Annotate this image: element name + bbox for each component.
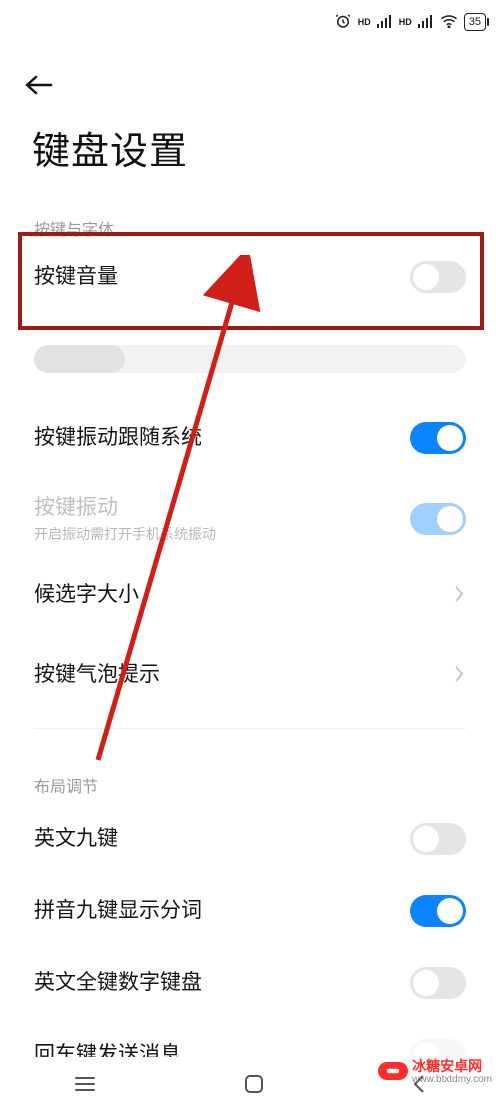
toggle-eng-full-numrow[interactable] [410,967,466,999]
signal-hd-1: HD [358,17,371,27]
signal-bars-1 [377,14,393,31]
divider [34,728,466,729]
header-bar [0,60,500,110]
watermark-brand: 冰糖安卓网 [412,1058,482,1074]
toggle-key-vibrate [410,503,466,535]
label-key-bubble: 按键气泡提示 [34,661,160,688]
signal-hd-2: HD [399,17,412,27]
section-layout-label: 布局调节 [34,773,98,797]
slider-fill [34,345,125,373]
chevron-icon [454,665,466,685]
watermark-texts: 冰糖安卓网 www.btxtdmy.com [412,1056,492,1085]
label-eng-9key: 英文九键 [34,825,118,852]
wifi-icon [440,14,458,31]
signal-bars-2 [418,14,434,31]
battery-indicator: 35 [464,13,486,31]
row-key-bubble[interactable]: 按键气泡提示 [34,644,466,706]
chevron-icon [454,585,466,605]
page-title: 键盘设置 [32,120,188,175]
row-eng-9key[interactable]: 英文九键 [34,808,466,870]
label-pinyin-9key-segment: 拼音九键显示分词 [34,897,202,924]
nav-home[interactable] [243,1073,265,1095]
battery-text: 35 [469,16,481,28]
row-pinyin-9key-segment[interactable]: 拼音九键显示分词 [34,880,466,942]
row-vibrate-follow[interactable]: 按键振动跟随系统 [34,407,466,469]
watermark: 冰糖安卓网 www.btxtdmy.com [378,1056,492,1085]
row-candidate-size[interactable]: 候选字大小 [34,564,466,626]
label-candidate-size: 候选字大小 [34,581,139,608]
nav-recents[interactable] [73,1075,97,1093]
annotation-highlight-box [18,232,484,330]
toggle-pinyin-9key-segment[interactable] [410,895,466,927]
label-key-vibrate: 按键振动 [34,496,118,519]
label-eng-full-numrow: 英文全键数字键盘 [34,969,202,996]
toggle-vibrate-follow[interactable] [410,422,466,454]
alarm-icon [334,12,352,33]
toggle-eng-9key[interactable] [410,823,466,855]
row-key-vibrate: 按键振动 开启振动需打开手机系统振动 [34,488,466,550]
slider-key-volume[interactable] [34,345,466,373]
label-vibrate-follow: 按键振动跟随系统 [34,424,202,451]
watermark-url: www.btxtdmy.com [412,1074,492,1085]
back-button[interactable] [24,73,54,97]
watermark-logo [378,1062,408,1080]
sub-key-vibrate: 开启振动需打开手机系统振动 [34,524,216,544]
row-eng-full-numrow[interactable]: 英文全键数字键盘 [34,952,466,1014]
status-bar: HD HD 35 [0,0,500,44]
